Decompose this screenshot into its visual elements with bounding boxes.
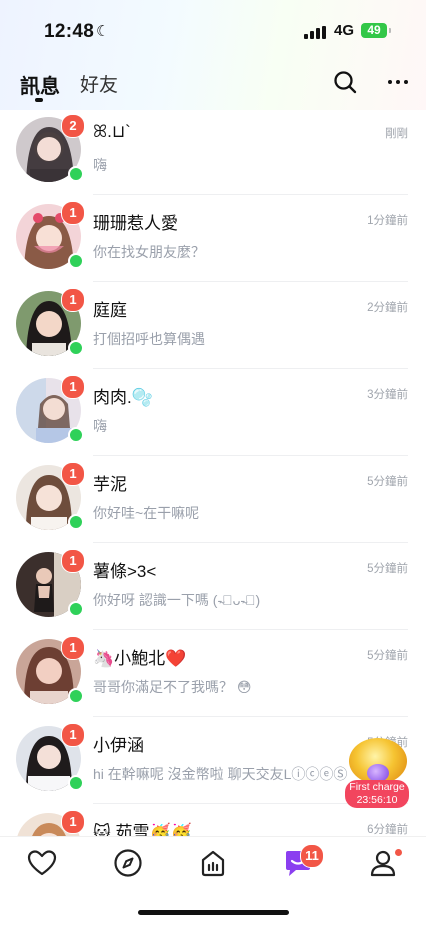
profile-notification-dot <box>395 849 402 856</box>
status-bar: 12:48 ☾ 4G 49 <box>0 0 426 58</box>
chat-row[interactable]: 1 🦄小鮑北❤️ 哥哥你滿足不了我嗎？ 😳 5分鐘前 <box>0 630 426 717</box>
online-indicator <box>68 427 84 443</box>
message-time: 1分鐘前 <box>367 215 408 227</box>
live-room-icon[interactable] <box>197 847 229 879</box>
online-indicator <box>68 253 84 269</box>
unread-badge: 1 <box>61 201 85 225</box>
online-indicator <box>68 601 84 617</box>
contact-name: 芋泥 <box>93 475 127 494</box>
unread-badge: 1 <box>61 636 85 660</box>
more-icon[interactable] <box>385 69 411 95</box>
message-preview: 你好哇~在干嘛呢 <box>93 505 200 521</box>
unread-badge: 1 <box>61 288 85 312</box>
message-time: 2分鐘前 <box>367 302 408 314</box>
chat-row[interactable]: 1 肉肉.🫧 嗨 3分鐘前 <box>0 369 426 456</box>
unread-badge: 1 <box>61 723 85 747</box>
compass-icon[interactable] <box>112 847 144 879</box>
unread-badge: 1 <box>61 810 85 834</box>
tab-messages[interactable]: 訊息 <box>20 70 60 99</box>
status-time: 12:48 <box>44 21 95 42</box>
top-navigation: 訊息 好友 <box>0 58 426 108</box>
message-time: 5分鐘前 <box>367 563 408 575</box>
message-preview: 打個招呼也算偶遇 <box>93 331 205 347</box>
promo-label: First charge 23:56:10 <box>345 780 409 808</box>
contact-name: 肉肉.🫧 <box>93 388 153 407</box>
unread-badge: 2 <box>61 114 85 138</box>
message-preview: 你好呀 認識一下嗎 (-̴ᷢᴗ-̴ᷢ) <box>93 592 261 608</box>
contact-name: 庭庭 <box>93 301 127 320</box>
promo-title: First charge <box>349 781 405 793</box>
signal-icon <box>304 26 328 39</box>
message-preview: 你在找女朋友麼？ <box>93 244 205 260</box>
tab-friends[interactable]: 好友 <box>80 70 118 97</box>
chat-row[interactable]: 1 庭庭 打個招呼也算偶遇 2分鐘前 <box>0 282 426 369</box>
first-charge-promo[interactable]: First charge 23:56:10 <box>345 734 409 808</box>
messages-unread-badge: 11 <box>300 844 324 868</box>
battery-icon: 49 <box>361 23 387 38</box>
message-time: 6分鐘前 <box>367 824 408 836</box>
online-indicator <box>68 340 84 356</box>
chat-row[interactable]: 2 ꕤ.⊔` 嗨 剛剛 <box>0 108 426 195</box>
online-indicator <box>68 166 84 182</box>
unread-badge: 1 <box>61 375 85 399</box>
unread-badge: 1 <box>61 549 85 573</box>
message-preview: hi 在幹嘛呢 沒金幣啦 聊天交友LⓘⓒⓔⓈ <box>93 766 348 782</box>
message-time: 剛剛 <box>385 128 408 140</box>
message-time: 3分鐘前 <box>367 389 408 401</box>
moon-icon: ☾ <box>96 23 110 40</box>
contact-name: 珊珊惹人愛 <box>93 214 178 233</box>
heart-icon[interactable] <box>26 847 58 879</box>
tab-indicator <box>35 98 43 102</box>
chat-list: 2 ꕤ.⊔` 嗨 剛剛 1 珊珊惹人愛 你在找女朋友麼？ 1分鐘前 1 庭庭 打… <box>0 108 426 836</box>
chat-row[interactable]: 1 珊珊惹人愛 你在找女朋友麼？ 1分鐘前 <box>0 195 426 282</box>
battery-tip <box>389 28 391 33</box>
unread-badge: 1 <box>61 462 85 486</box>
search-icon[interactable] <box>332 69 358 95</box>
home-indicator <box>138 910 289 915</box>
contact-name: 小伊涵 <box>93 736 144 755</box>
message-preview: 嗨 <box>93 157 107 173</box>
online-indicator <box>68 775 84 791</box>
contact-name: 🦄小鮑北❤️ <box>93 649 187 668</box>
chat-row[interactable]: 1 薯條>3< 你好呀 認識一下嗎 (-̴ᷢᴗ-̴ᷢ) 5分鐘前 <box>0 543 426 630</box>
chat-row[interactable]: 1 🐱 茹雪🥳🥳 6分鐘前 <box>0 804 426 836</box>
message-preview: 哥哥你滿足不了我嗎？ 😳 <box>93 679 252 695</box>
chat-row[interactable]: 1 芋泥 你好哇~在干嘛呢 5分鐘前 <box>0 456 426 543</box>
contact-name: 🐱 茹雪🥳🥳 <box>93 823 192 836</box>
online-indicator <box>68 688 84 704</box>
message-time: 5分鐘前 <box>367 650 408 662</box>
message-time: 5分鐘前 <box>367 476 408 488</box>
contact-name: 薯條>3< <box>93 562 157 581</box>
contact-name: ꕤ.⊔` <box>93 122 131 141</box>
online-indicator <box>68 514 84 530</box>
message-preview: 嗨 <box>93 418 107 434</box>
promo-countdown: 23:56:10 <box>356 794 398 806</box>
network-type: 4G <box>334 22 355 39</box>
